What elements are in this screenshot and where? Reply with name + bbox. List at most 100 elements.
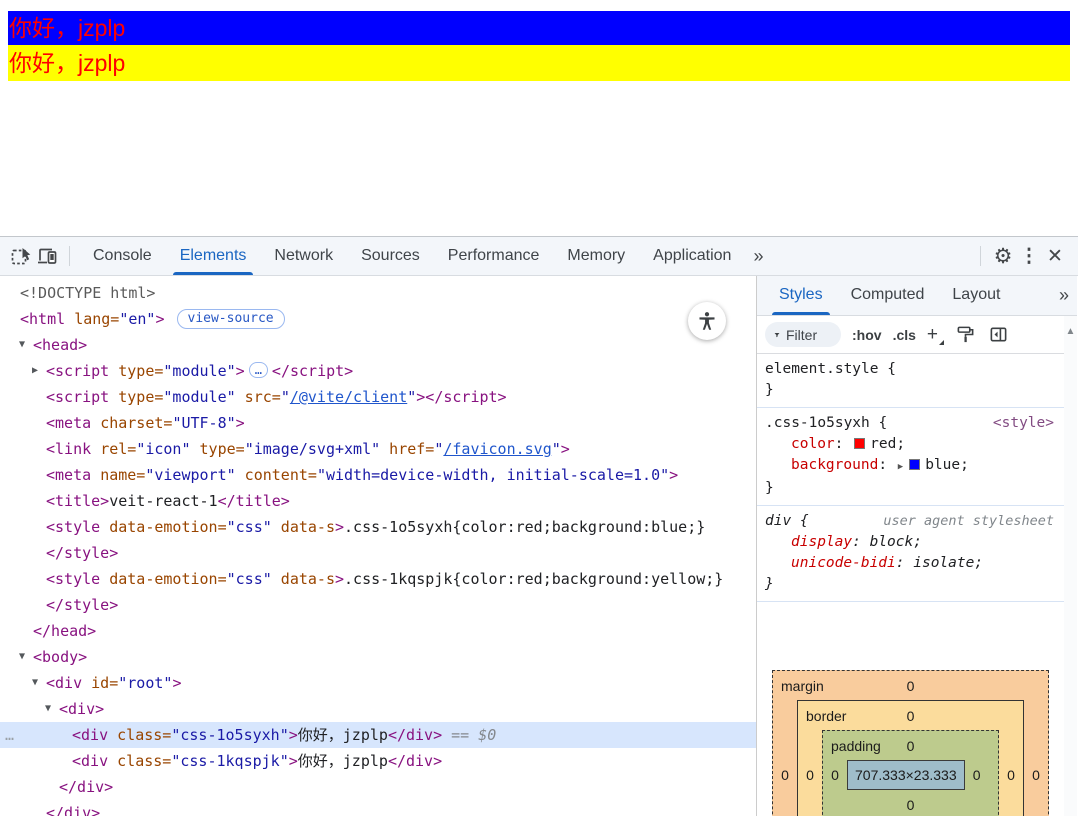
box-model-content-size[interactable]: 707.333×23.333	[847, 760, 965, 790]
scroll-up-arrow-icon[interactable]: ▲	[1066, 326, 1076, 337]
css-property[interactable]: background: ▶ blue;	[765, 455, 1054, 478]
kebab-menu-icon[interactable]: ⋮	[1016, 243, 1042, 269]
expand-shorthand-icon[interactable]: ▶	[898, 462, 903, 472]
box-model-padding[interactable]: padding 0 0 707.333×23.333 0 0	[822, 730, 999, 816]
tab-memory[interactable]: Memory	[553, 237, 639, 275]
color-swatch[interactable]	[909, 459, 921, 470]
dom-tree-row[interactable]: <title>veit-react-1</title>	[0, 488, 756, 514]
dom-tree-row-selected[interactable]: … <div class="css-1o5syxh">你好，jzplp</div>…	[0, 722, 756, 748]
elements-panel: <!DOCTYPE html> <html lang="en"> view-sour…	[0, 276, 757, 816]
styles-pane: :hov .cls +	[757, 316, 1064, 816]
more-tabs-icon[interactable]: »	[745, 246, 771, 267]
property-value: red;	[870, 436, 906, 452]
rule-close-brace: }	[765, 576, 774, 592]
tab-layout[interactable]: Layout	[938, 276, 1014, 315]
box-padding-left-value[interactable]: 0	[823, 767, 847, 783]
toolbar-divider	[69, 246, 70, 266]
dom-tree-row[interactable]: <meta charset="UTF-8">	[0, 410, 756, 436]
css-property[interactable]: display: block;	[765, 532, 1054, 553]
toolbar-divider	[980, 246, 981, 266]
box-model-margin[interactable]: margin 0 0 border 0 0 padding 0 0 707.333×23.333 0…	[772, 670, 1049, 816]
dom-tree-row[interactable]: <script type="module" src="/@vite/client…	[0, 384, 756, 410]
new-style-rule-button[interactable]: +	[927, 325, 945, 345]
css-rule[interactable]: .css-1o5syxh {<style> color: red; backgrou…	[757, 408, 1064, 506]
property-value: blue;	[925, 457, 969, 473]
tab-performance[interactable]: Performance	[434, 237, 554, 275]
dom-tree-row[interactable]: ▼ <div id="root">	[0, 670, 756, 696]
tab-network[interactable]: Network	[260, 237, 347, 275]
dom-tree-row[interactable]: ▼ <div>	[0, 696, 756, 722]
view-source-badge[interactable]: view-source	[176, 309, 285, 329]
box-padding-label: padding	[831, 737, 881, 754]
box-margin-right-value[interactable]: 0	[1024, 767, 1048, 783]
css-rule[interactable]: div {user agent stylesheet display: block…	[757, 506, 1064, 602]
rule-close-brace: }	[765, 480, 774, 496]
styles-filter[interactable]	[765, 322, 841, 347]
box-padding-bottom-value[interactable]: 0	[823, 797, 998, 813]
hello-div-blue: 你好，jzplp	[8, 11, 1070, 45]
expand-arrow-down-icon[interactable]: ▼	[19, 332, 25, 358]
dom-tree-row[interactable]: <html lang="en"> view-source	[0, 306, 756, 332]
dom-tree-row[interactable]: <link rel="icon" type="image/svg+xml" hr…	[0, 436, 756, 462]
box-border-left-value[interactable]: 0	[798, 767, 822, 783]
tab-application[interactable]: Application	[639, 237, 745, 275]
dom-tree-row[interactable]: ▼ <body>	[0, 644, 756, 670]
expand-arrow-down-icon[interactable]: ▼	[32, 670, 38, 696]
toggle-element-state-button[interactable]: :hov	[852, 327, 882, 343]
sidebar-more-tabs-icon[interactable]: »	[1051, 285, 1077, 306]
paint-roller-icon[interactable]	[954, 322, 976, 348]
inline-expand-button[interactable]: …	[248, 362, 268, 378]
box-model-diagram: margin 0 0 border 0 0 padding 0 0 707.333×23.333 0…	[757, 670, 1064, 816]
close-devtools-icon[interactable]: ✕	[1042, 243, 1068, 269]
box-padding-right-value[interactable]: 0	[965, 767, 989, 783]
tab-computed[interactable]: Computed	[837, 276, 939, 315]
tab-sources[interactable]: Sources	[347, 237, 434, 275]
css-property[interactable]: unicode-bidi: isolate;	[765, 553, 1054, 574]
rule-source: user agent stylesheet	[883, 513, 1054, 529]
dom-tree-row[interactable]: <!DOCTYPE html>	[0, 280, 756, 306]
dom-tree-row[interactable]: <meta name="viewport" content="width=dev…	[0, 462, 756, 488]
property-name: unicode-bidi	[791, 555, 896, 571]
box-border-right-value[interactable]: 0	[999, 767, 1023, 783]
devtools-tabs: Console Elements Network Sources Performance…	[79, 237, 745, 275]
tab-elements[interactable]: Elements	[166, 237, 261, 275]
styles-filter-input[interactable]	[786, 326, 832, 343]
dom-tree-row[interactable]: ▼ <head>	[0, 332, 756, 358]
property-name: color	[791, 436, 835, 452]
expand-arrow-down-icon[interactable]: ▼	[19, 644, 25, 670]
computed-sidebar-toggle-icon[interactable]	[987, 322, 1009, 348]
expand-arrow-right-icon[interactable]: ▶	[32, 358, 38, 384]
dom-tree-row[interactable]: <style data-emotion="css" data-s>.css-1o…	[0, 514, 756, 540]
dom-tree-row[interactable]: </style>	[0, 540, 756, 566]
settings-gear-icon[interactable]: ⚙	[990, 243, 1016, 269]
rule-selector: element.style {	[765, 361, 896, 377]
dom-tree-row[interactable]: </div>	[0, 800, 756, 816]
color-swatch[interactable]	[854, 438, 866, 449]
dom-tree-row[interactable]: <style data-emotion="css" data-s>.css-1k…	[0, 566, 756, 592]
dom-tree-row[interactable]: ▶ <script type="module">… </script>	[0, 358, 756, 384]
tab-styles[interactable]: Styles	[765, 276, 837, 315]
accessibility-button[interactable]	[688, 302, 726, 340]
sidebar-main: :hov .cls +	[757, 316, 1077, 816]
box-model-border[interactable]: border00padding00707.333×23.3330000	[797, 700, 1024, 816]
row-ellipsis-gutter[interactable]: …	[5, 722, 15, 748]
property-name: background	[791, 457, 879, 473]
dom-tree-row[interactable]: </div>	[0, 774, 756, 800]
element-classes-button[interactable]: .cls	[893, 327, 916, 343]
tab-console[interactable]: Console	[79, 237, 166, 275]
box-margin-left-value[interactable]: 0	[773, 767, 797, 783]
rule-source[interactable]: <style>	[993, 413, 1054, 434]
property-value: isolate;	[913, 555, 984, 571]
accessibility-person-icon	[699, 312, 715, 330]
device-toolbar-icon[interactable]	[34, 243, 60, 269]
dom-tree-row[interactable]: </head>	[0, 618, 756, 644]
inspect-element-icon[interactable]	[8, 243, 34, 269]
dom-tree-row[interactable]: </style>	[0, 592, 756, 618]
dom-tree: <!DOCTYPE html> <html lang="en"> view-sour…	[0, 280, 756, 816]
expand-arrow-down-icon[interactable]: ▼	[45, 696, 51, 722]
dom-tree-row[interactable]: <div class="css-1kqspjk">你好，jzplp</div>	[0, 748, 756, 774]
css-property[interactable]: color: red;	[765, 434, 1054, 455]
css-rule[interactable]: element.style {}	[757, 354, 1064, 408]
styles-scrollbar[interactable]: ▲	[1064, 316, 1077, 816]
styles-sidebar: StylesComputedLayout » :hov	[757, 276, 1077, 816]
